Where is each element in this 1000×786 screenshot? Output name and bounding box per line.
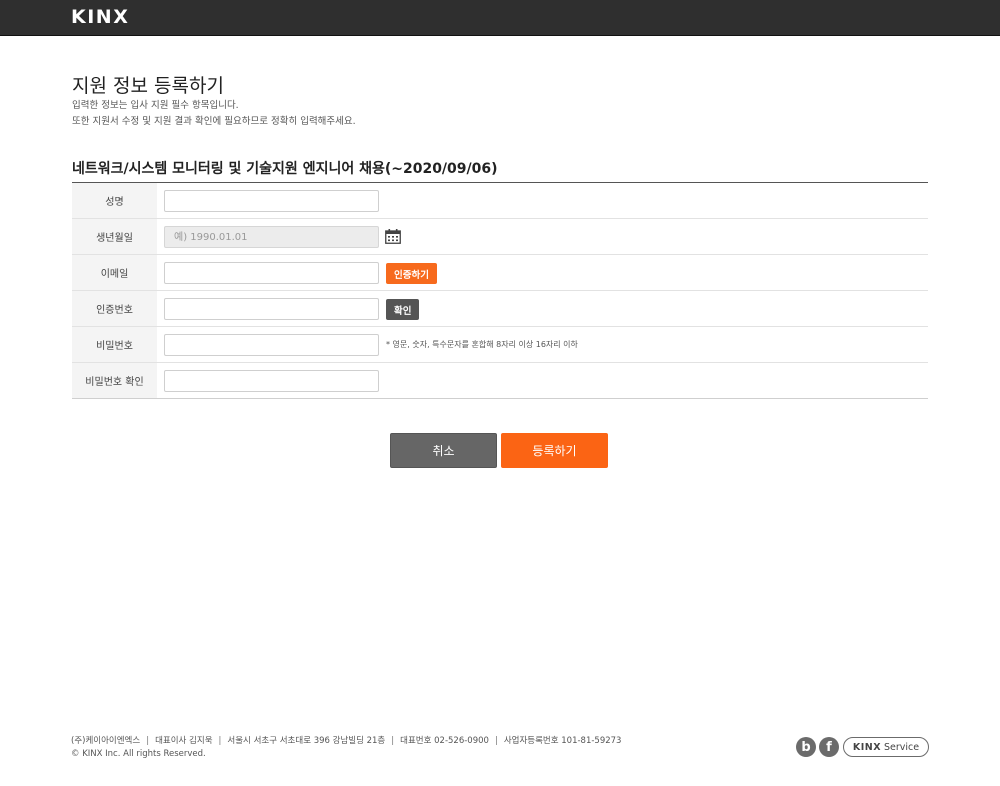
email-label: 이메일 (72, 255, 157, 290)
footer-separator: | (146, 736, 150, 746)
code-label: 인증번호 (72, 291, 157, 326)
intro-line: 입력한 정보는 입사 지원 필수 항목입니다. (72, 100, 239, 111)
cancel-button[interactable]: 취소 (390, 433, 497, 468)
footer-phone: 대표번호 02-526-0900 (400, 736, 489, 746)
kinx-service-link[interactable]: KINX Service (843, 737, 929, 757)
code-input[interactable] (164, 298, 379, 320)
submit-button[interactable]: 등록하기 (501, 433, 608, 468)
verify-email-button[interactable]: 인증하기 (386, 263, 437, 284)
footer-separator: | (391, 736, 395, 746)
password-label: 비밀번호 (72, 327, 157, 362)
form-row-email: 이메일 인증하기 (72, 255, 928, 291)
job-title: 네트워크/시스템 모니터링 및 기술지원 엔지니어 채용(~2020/09/06… (72, 161, 498, 177)
name-input[interactable] (164, 190, 379, 212)
form-row-code: 인증번호 확인 (72, 291, 928, 327)
password-confirm-label: 비밀번호 확인 (72, 363, 157, 398)
footer-ceo: 대표이사 김지욱 (155, 736, 213, 746)
footer-address: 서울시 서초구 서초대로 396 강남빌딩 21층 (227, 736, 386, 746)
kinx-logo[interactable]: KINX (71, 6, 129, 28)
blog-icon[interactable]: b (796, 737, 816, 757)
top-bar: KINX (0, 0, 1000, 36)
birth-label: 생년월일 (72, 219, 157, 254)
footer: (주)케이아이엔엑스 | 대표이사 김지욱 | 서울시 서초구 서초대로 396 강남빌… (71, 735, 621, 761)
footer-company: (주)케이아이엔엑스 (71, 736, 141, 746)
page-title: 지원 정보 등록하기 (72, 75, 224, 97)
facebook-icon[interactable]: f (819, 737, 839, 757)
form-row-password: 비밀번호 * 영문, 숫자, 특수문자를 혼합해 8자리 이상 16자리 이하 (72, 327, 928, 363)
password-confirm-input[interactable] (164, 370, 379, 392)
email-input[interactable] (164, 262, 379, 284)
name-label: 성명 (72, 183, 157, 218)
footer-copyright: © KINX Inc. All rights Reserved. (71, 749, 206, 759)
password-input[interactable] (164, 334, 379, 356)
footer-info: (주)케이아이엔엑스 | 대표이사 김지욱 | 서울시 서초구 서초대로 396 강남빌… (71, 735, 621, 748)
footer-separator: | (494, 736, 498, 746)
application-form: 성명 생년월일 이메일 인증하기 인증번호 확인 비밀번호 * 영문, 숫자, … (72, 182, 928, 399)
confirm-code-button[interactable]: 확인 (386, 299, 420, 320)
intro-text: 입력한 정보는 입사 지원 필수 항목입니다. 또한 지원서 수정 및 지원 결… (72, 98, 356, 130)
form-row-password-confirm: 비밀번호 확인 (72, 363, 928, 399)
kinx-service-brand: KINX (852, 741, 882, 753)
birth-input[interactable] (164, 226, 379, 248)
calendar-icon[interactable] (385, 229, 401, 244)
intro-line: 또한 지원서 수정 및 지원 결과 확인에 필요하므로 정확히 입력해주세요. (72, 116, 356, 127)
kinx-service-label: Service (884, 741, 920, 753)
form-row-name: 성명 (72, 183, 928, 219)
password-hint: * 영문, 숫자, 특수문자를 혼합해 8자리 이상 16자리 이하 (386, 340, 578, 349)
form-row-birth: 생년월일 (72, 219, 928, 255)
footer-biz-no: 사업자등록번호 101-81-59273 (503, 736, 622, 746)
footer-separator: | (218, 736, 222, 746)
